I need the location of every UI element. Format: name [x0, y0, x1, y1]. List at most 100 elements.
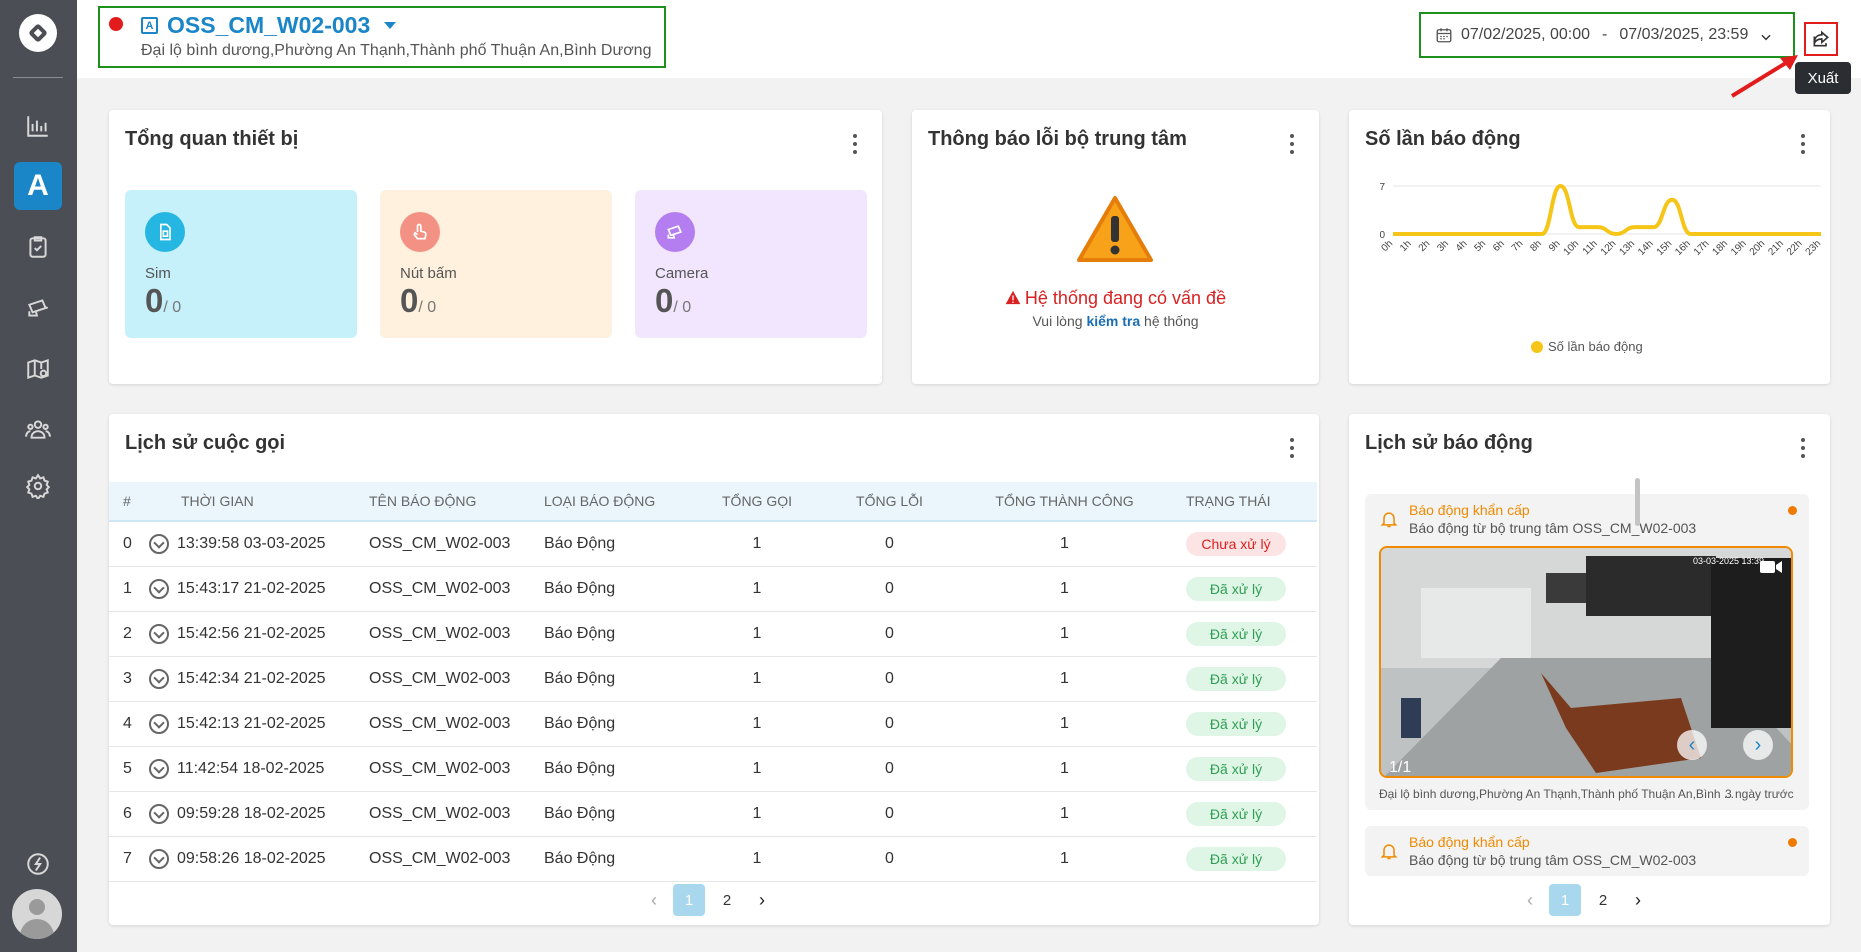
- next-page-button[interactable]: ›: [746, 884, 778, 916]
- row-total-calls: 1: [692, 746, 822, 792]
- row-status: Đã xử lý: [1172, 746, 1317, 792]
- page-button-1[interactable]: 1: [1549, 884, 1581, 916]
- alarm-snapshot[interactable]: 03-03-2025 13:39 1/1 ‹ ›: [1379, 546, 1793, 778]
- column-header: TỔNG LỖI: [822, 482, 957, 522]
- stat-label: Sim: [145, 265, 171, 282]
- status-badge: Đã xử lý: [1186, 756, 1286, 781]
- page-button-2[interactable]: 2: [711, 884, 743, 916]
- x-tick-label: 7h: [1510, 238, 1526, 254]
- x-tick-label: 6h: [1491, 238, 1507, 254]
- site-name[interactable]: OSS_CM_W02-003: [167, 12, 370, 39]
- cctv-icon: [28, 299, 49, 317]
- check-link[interactable]: kiểm tra: [1086, 313, 1140, 329]
- cctv-icon: [655, 212, 695, 252]
- expand-chevron-icon[interactable]: [149, 623, 169, 644]
- more-options-icon[interactable]: [1800, 438, 1806, 458]
- table-row[interactable]: 4 15:42:13 21-02-2025 OSS_CM_W02-003 Báo Độ…: [109, 701, 1317, 747]
- row-number: 3: [109, 656, 149, 702]
- sidebar-item-site[interactable]: A: [14, 162, 62, 210]
- scrollbar[interactable]: [1635, 478, 1640, 526]
- row-alarm-type: Báo Động: [544, 611, 692, 657]
- table-row[interactable]: 5 11:42:54 18-02-2025 OSS_CM_W02-003 Báo Độ…: [109, 746, 1317, 792]
- x-tick-label: 11h: [1581, 238, 1600, 257]
- legend-marker: [1531, 341, 1543, 353]
- bell-icon: [1380, 844, 1398, 860]
- prev-page-button[interactable]: ‹: [638, 884, 670, 916]
- row-total-errors: 0: [822, 836, 957, 882]
- alarm-history-card: Lịch sử báo động Báo động khẩn cấp Báo đ…: [1349, 414, 1830, 925]
- more-options-icon[interactable]: [852, 134, 858, 154]
- status-badge: Đã xử lý: [1186, 576, 1286, 601]
- x-tick-label: 16h: [1673, 238, 1693, 258]
- table-row[interactable]: 3 15:42:34 21-02-2025 OSS_CM_W02-003 Báo Độ…: [109, 656, 1317, 702]
- row-number: 2: [109, 611, 149, 657]
- next-page-button[interactable]: ›: [1622, 884, 1654, 916]
- card-title: Tổng quan thiết bị: [125, 128, 299, 150]
- expand-chevron-icon[interactable]: [149, 578, 169, 599]
- app-logo[interactable]: [19, 14, 57, 52]
- prev-image-button[interactable]: ‹: [1677, 730, 1707, 760]
- table-row[interactable]: 1 15:43:17 21-02-2025 OSS_CM_W02-003 Báo Độ…: [109, 566, 1317, 612]
- expand-chevron-icon[interactable]: [149, 713, 169, 734]
- row-total-errors: 0: [822, 566, 957, 612]
- table-row[interactable]: 0 13:39:58 03-03-2025 OSS_CM_W02-003 Báo Độ…: [109, 521, 1317, 567]
- expand-chevron-icon[interactable]: [149, 848, 169, 869]
- x-tick-label: 2h: [1417, 238, 1433, 254]
- row-time: 11:42:54 18-02-2025: [149, 746, 369, 792]
- device-overview-card: Tổng quan thiết bị Sim 0/ 0 Nút bấm 0/ 0…: [109, 110, 882, 384]
- export-button[interactable]: [1804, 22, 1838, 56]
- sidebar-item-users[interactable]: [14, 405, 62, 453]
- row-time: 15:42:56 21-02-2025: [149, 611, 369, 657]
- x-tick-label: 17h: [1692, 238, 1712, 258]
- expand-chevron-icon[interactable]: [149, 758, 169, 779]
- x-tick-label: 1h: [1398, 238, 1414, 254]
- x-tick-label: 13h: [1617, 238, 1637, 258]
- page-button-2[interactable]: 2: [1587, 884, 1619, 916]
- row-alarm-name: OSS_CM_W02-003: [369, 611, 544, 657]
- column-header: TÊN BÁO ĐỘNG: [369, 482, 544, 522]
- row-status: Chưa xử lý: [1172, 521, 1317, 567]
- table-row[interactable]: 2 15:42:56 21-02-2025 OSS_CM_W02-003 Báo Độ…: [109, 611, 1317, 657]
- alarm-item[interactable]: Báo động khẩn cấp Báo động từ bộ trung t…: [1365, 826, 1809, 876]
- prev-page-button[interactable]: ‹: [1514, 884, 1546, 916]
- table-row[interactable]: 6 09:59:28 18-02-2025 OSS_CM_W02-003 Báo Độ…: [109, 791, 1317, 837]
- sidebar-item-map[interactable]: [14, 345, 62, 393]
- map-pin-icon: [27, 358, 49, 380]
- sidebar-item-tasks[interactable]: [14, 223, 62, 271]
- bell-icon: [1380, 512, 1398, 528]
- video-icon[interactable]: [1759, 558, 1783, 576]
- column-header: TRẠNG THÁI: [1172, 482, 1317, 522]
- image-counter: 1/1: [1389, 759, 1411, 776]
- row-total-calls: 1: [692, 836, 822, 882]
- row-alarm-type: Báo Động: [544, 521, 692, 567]
- row-number: 0: [109, 521, 149, 567]
- row-total-calls: 1: [692, 566, 822, 612]
- sidebar-item-settings[interactable]: [14, 462, 62, 510]
- avatar[interactable]: [12, 889, 62, 939]
- alarm-item[interactable]: Báo động khẩn cấp Báo động từ bộ trung t…: [1365, 494, 1809, 810]
- more-options-icon[interactable]: [1289, 438, 1295, 458]
- stat-label: Camera: [655, 265, 709, 282]
- expand-chevron-icon[interactable]: [149, 533, 169, 554]
- alarm-description: Báo động từ bộ trung tâm OSS_CM_W02-003: [1409, 852, 1697, 868]
- x-tick-label: 3h: [1435, 238, 1451, 254]
- status-badge: Đã xử lý: [1186, 666, 1286, 691]
- x-tick-label: 9h: [1547, 238, 1563, 254]
- sidebar-item-help[interactable]: [14, 840, 62, 888]
- date-to: 07/03/2025, 23:59: [1619, 26, 1749, 43]
- sidebar: A: [0, 0, 77, 952]
- table-row[interactable]: 7 09:58:26 18-02-2025 OSS_CM_W02-003 Báo Độ…: [109, 836, 1317, 882]
- next-image-button[interactable]: ›: [1743, 730, 1773, 760]
- clipboard-check-icon: [29, 236, 47, 258]
- sidebar-item-dashboard[interactable]: [14, 102, 62, 150]
- chevron-down-icon[interactable]: [384, 22, 396, 29]
- sidebar-item-cameras[interactable]: [14, 284, 62, 332]
- page-button-1[interactable]: 1: [673, 884, 705, 916]
- expand-chevron-icon[interactable]: [149, 668, 169, 689]
- row-status: Đã xử lý: [1172, 611, 1317, 657]
- more-options-icon[interactable]: [1289, 134, 1295, 154]
- status-badge: Chưa xử lý: [1186, 531, 1286, 556]
- expand-chevron-icon[interactable]: [149, 803, 169, 824]
- alarm-title: Báo động khẩn cấp: [1409, 834, 1530, 850]
- row-time: 13:39:58 03-03-2025: [149, 521, 369, 567]
